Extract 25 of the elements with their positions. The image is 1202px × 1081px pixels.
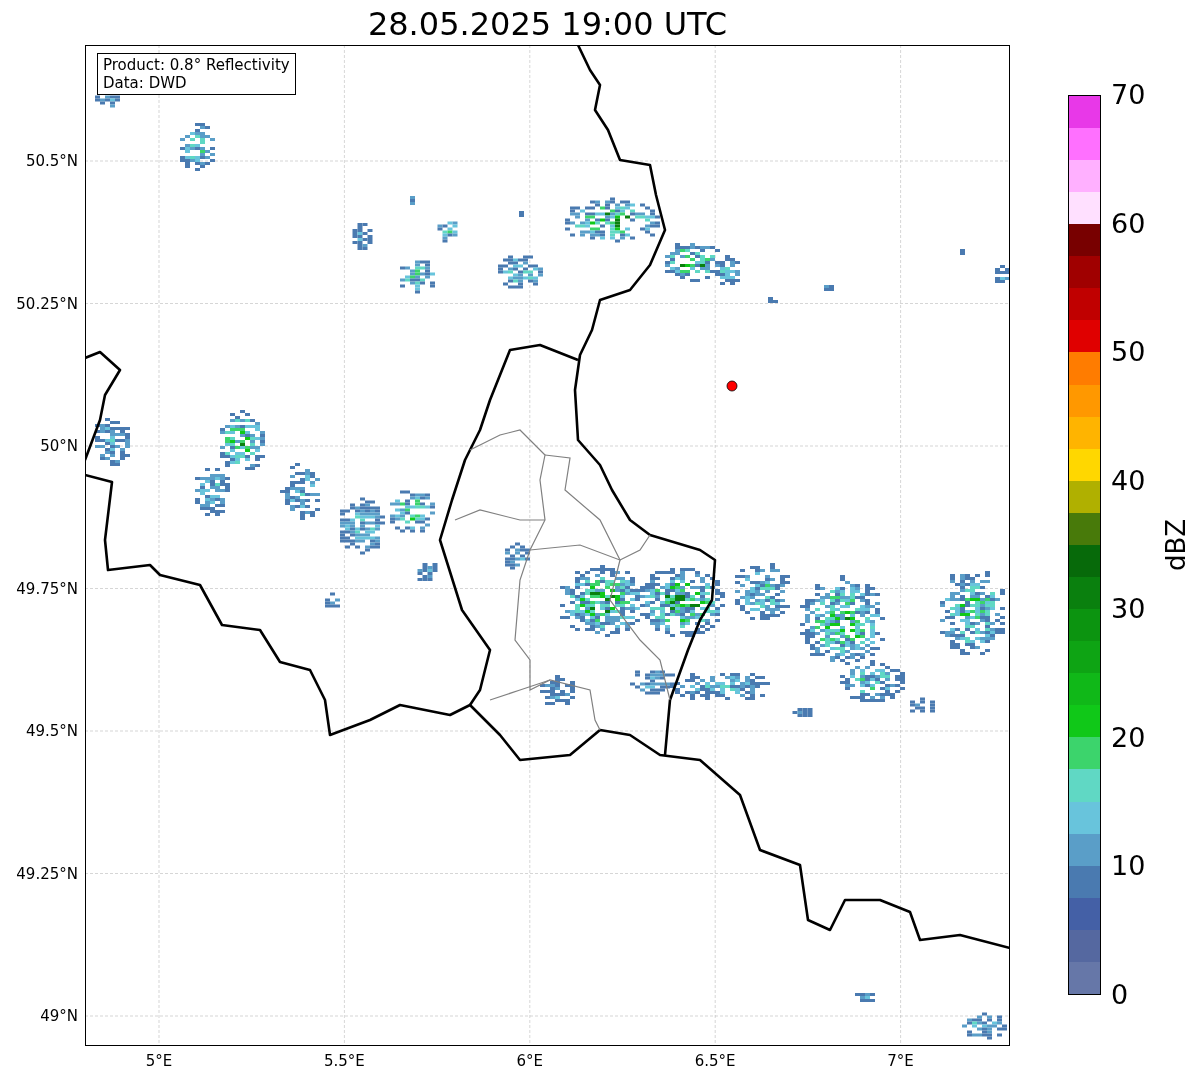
latitude-label: 50°N [39, 437, 78, 455]
colorbar-tick-label: 50 [1111, 337, 1146, 368]
longitude-label: 7°E [886, 1052, 915, 1070]
latitude-label: 49.75°N [15, 579, 78, 598]
longitude-label: 6.5°E [693, 1052, 737, 1070]
colorbar-tick-label: 60 [1111, 208, 1146, 239]
longitude-label: 6°E [515, 1052, 545, 1070]
longitude-label: 5.5°E [322, 1052, 366, 1070]
longitude-label: 5°E [144, 1052, 174, 1070]
latitude-label: 49.5°N [24, 722, 78, 740]
latitude-label: 49.25°N [15, 864, 78, 883]
colorbar-tick-label: 30 [1111, 594, 1146, 625]
latitude-label: 49°N [39, 1007, 78, 1025]
colorbar-label: dBZ [1161, 518, 1192, 572]
radar-site-marker [726, 380, 738, 392]
info-text: Product: 0.8° Reflectivity [103, 56, 290, 74]
latitude-label: 50.5°N [24, 152, 78, 170]
latitude-label: 50.25°N [15, 294, 78, 313]
colorbar-tick-label: 0 [1111, 980, 1129, 1010]
chart-title: 28.05.2025 19:00 UTC [366, 4, 729, 44]
colorbar-tick-label: 10 [1111, 851, 1146, 882]
colorbar-tick-label: 20 [1111, 722, 1146, 753]
info-text: Data: DWD [103, 74, 188, 92]
colorbar-tick-label: 70 [1111, 80, 1146, 110]
colorbar-tick-label: 40 [1111, 465, 1146, 496]
